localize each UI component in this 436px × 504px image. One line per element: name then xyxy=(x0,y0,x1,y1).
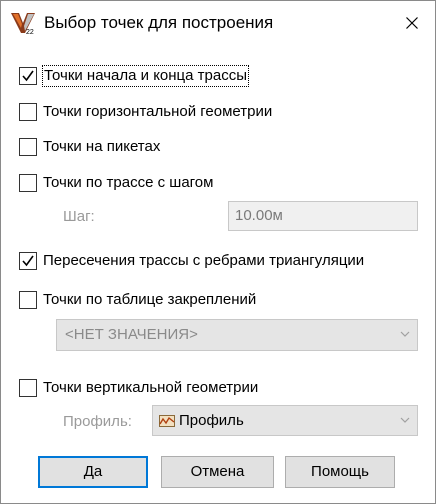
option-label: Пересечения трассы с ребрами триангуляци… xyxy=(43,252,365,269)
checkmark-icon xyxy=(22,70,34,82)
dialog-title: Выбор точек для построения xyxy=(44,13,274,32)
step-input[interactable]: 10.00м xyxy=(228,201,418,231)
option-step-points[interactable]: Точки по трассе с шагом xyxy=(19,172,213,194)
option-triangulation-intersections[interactable]: Пересечения трассы с ребрами триангуляци… xyxy=(19,250,364,272)
checkbox[interactable] xyxy=(19,291,37,309)
anchor-table-value: <НЕТ ЗНАЧЕНИЯ> xyxy=(65,326,198,343)
close-button[interactable] xyxy=(389,1,435,45)
option-label: Точки на пикетах xyxy=(43,138,161,155)
option-label: Точки по таблице закреплений xyxy=(43,291,257,308)
app-icon: 22 xyxy=(11,13,35,35)
dialog-body: Точки начала и конца трассы Точки горизо… xyxy=(1,46,435,503)
option-station-points[interactable]: Точки на пикетах xyxy=(19,136,160,158)
title-bar[interactable]: 22 Выбор точек для построения xyxy=(1,1,435,45)
option-label: Точки вертикальной геометрии xyxy=(43,379,259,396)
step-label: Шаг: xyxy=(63,208,95,225)
profile-select[interactable]: Профиль xyxy=(152,405,418,436)
checkbox[interactable] xyxy=(19,103,37,121)
anchor-table-select[interactable]: <НЕТ ЗНАЧЕНИЯ> xyxy=(56,319,418,351)
cancel-button[interactable]: Отмена xyxy=(161,456,274,488)
checkbox[interactable] xyxy=(19,252,37,270)
svg-text:22: 22 xyxy=(26,29,34,35)
chevron-down-icon xyxy=(400,417,410,423)
checkbox[interactable] xyxy=(19,174,37,192)
option-anchor-table-points[interactable]: Точки по таблице закреплений xyxy=(19,289,256,311)
checkbox[interactable] xyxy=(19,138,37,156)
option-horizontal-geometry-points[interactable]: Точки горизонтальной геометрии xyxy=(19,101,272,123)
close-icon xyxy=(406,17,418,29)
option-label: Точки по трассе с шагом xyxy=(43,174,214,191)
dialog-window: 22 Выбор точек для построения Точки нача… xyxy=(0,0,436,504)
help-button[interactable]: Помощь xyxy=(285,456,395,488)
checkmark-icon xyxy=(22,255,34,267)
ok-button[interactable]: Да xyxy=(38,456,148,488)
option-label: Точки горизонтальной геометрии xyxy=(43,103,273,120)
profile-label: Профиль: xyxy=(63,413,132,430)
option-start-end-points[interactable]: Точки начала и конца трассы xyxy=(19,65,249,87)
checkbox[interactable] xyxy=(19,379,37,397)
profile-icon xyxy=(159,415,175,427)
option-label: Точки начала и конца трассы xyxy=(42,65,249,87)
chevron-down-icon xyxy=(400,331,410,337)
profile-value: Профиль xyxy=(179,412,244,429)
option-vertical-geometry-points[interactable]: Точки вертикальной геометрии xyxy=(19,377,258,399)
checkbox[interactable] xyxy=(19,67,37,85)
